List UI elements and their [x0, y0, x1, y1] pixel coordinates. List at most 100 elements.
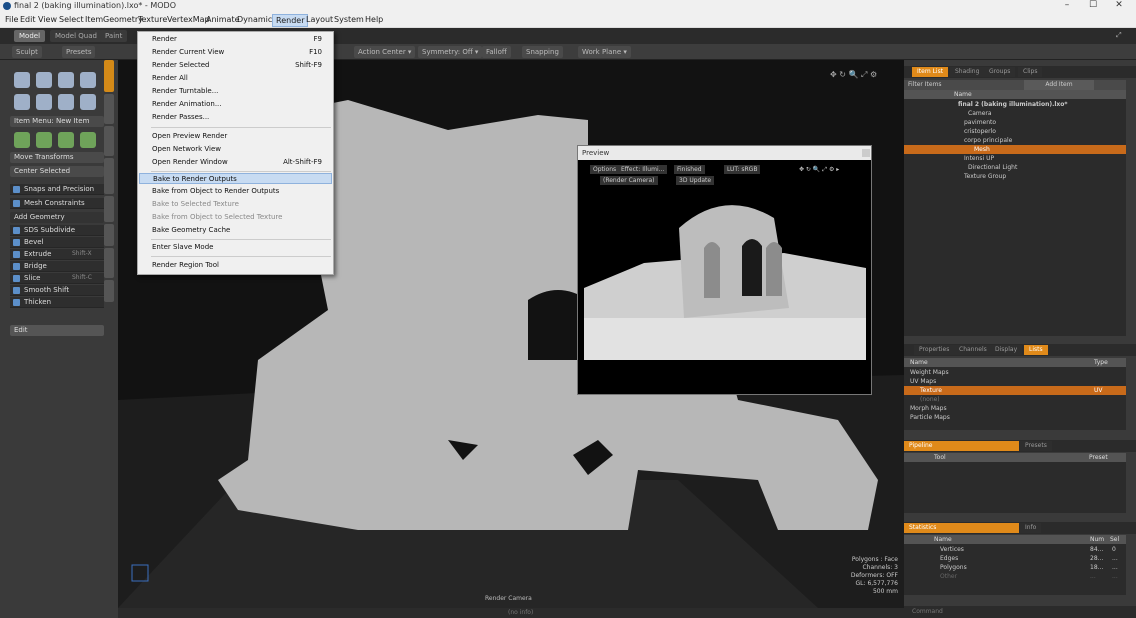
list-item-corpo-principale[interactable]: corpo principale — [904, 136, 1126, 145]
tool-bevel[interactable]: Bevel — [10, 237, 104, 248]
menu-item-render-all[interactable]: Render All — [139, 73, 332, 84]
list-item-none[interactable]: (none) — [904, 395, 1126, 404]
list-item-texture-uv[interactable]: Texture UV — [904, 386, 1126, 395]
side-tab-edge[interactable] — [104, 224, 114, 246]
minimize-button[interactable]: – — [1056, 0, 1078, 10]
list-item-intensi-up[interactable]: Intensi UP — [904, 154, 1126, 163]
close-button[interactable]: ✕ — [1108, 0, 1130, 10]
tool-sds-subdivide[interactable]: SDS Subdivide — [10, 225, 104, 236]
menu-item-bake-from-object-to-selected-texture[interactable]: Bake from Object to Selected Texture — [139, 212, 332, 223]
move-icon[interactable] — [14, 132, 30, 148]
list-item-particle-maps[interactable]: Particle Maps — [904, 413, 1126, 422]
menu-item-bake-to-render-outputs[interactable]: Bake to Render Outputs — [139, 173, 332, 184]
add-item-button[interactable]: Add Item — [1024, 80, 1094, 90]
tab-clips[interactable]: Clips — [1018, 67, 1043, 77]
falloff-button[interactable]: Falloff — [482, 46, 511, 58]
preview-close-button[interactable] — [862, 149, 870, 157]
tab-display[interactable]: Display — [990, 345, 1023, 355]
list-item-camera[interactable]: Camera — [904, 109, 1126, 118]
item-menu-button[interactable]: Item Menu: New Item — [10, 116, 104, 127]
list-item-weight-maps[interactable]: Weight Maps — [904, 368, 1126, 377]
preview-options-button[interactable]: Options — [590, 165, 620, 174]
tab-lists[interactable]: Lists — [1024, 345, 1048, 355]
snaps-precision-button[interactable]: Snaps and Precision — [10, 184, 104, 195]
preview-effect-dropdown[interactable]: Effect: Illumi... — [618, 165, 668, 174]
torus-icon[interactable] — [14, 94, 30, 110]
menu-item-render-passes[interactable]: Render Passes... — [139, 112, 332, 123]
tube-icon[interactable] — [80, 94, 96, 110]
menu-item-bake-from-object-to-render-outputs[interactable]: Bake from Object to Render Outputs — [139, 186, 332, 197]
menu-item-bake-geometry-cache[interactable]: Bake Geometry Cache — [139, 225, 332, 236]
list-item-mesh[interactable]: Mesh — [904, 145, 1126, 154]
menu-item-open-network-view[interactable]: Open Network View — [139, 144, 332, 155]
rotate-icon[interactable] — [36, 132, 52, 148]
list-item-scene[interactable]: final 2 (baking illumination).lxo* — [904, 100, 1126, 109]
menu-item-render-selected[interactable]: Render Selected Shift-F9 — [139, 60, 332, 71]
stats-row-polygons[interactable]: Polygons 18...... — [904, 563, 1126, 572]
tab-model-quad[interactable]: Model Quad — [50, 30, 102, 42]
action-center-button[interactable]: Action Center ▾ — [354, 46, 416, 58]
maximize-button[interactable]: ☐ — [1082, 0, 1104, 10]
mesh-constraints-button[interactable]: Mesh Constraints — [10, 198, 104, 209]
tab-channels[interactable]: Channels — [954, 345, 992, 355]
tab-presets[interactable]: Presets — [1020, 441, 1052, 451]
menu-item-render-region-tool[interactable]: Render Region Tool — [139, 260, 332, 271]
command-input[interactable]: Command — [912, 608, 943, 615]
side-tab-mesh-edit[interactable] — [104, 158, 114, 194]
tab-shading[interactable]: Shading — [950, 67, 985, 77]
edit-dropdown[interactable]: Edit — [10, 325, 104, 336]
tab-paint[interactable]: Paint — [100, 30, 128, 42]
tab-item-list[interactable]: Item List — [912, 67, 949, 77]
tool-bridge[interactable]: Bridge — [10, 261, 104, 272]
tab-model[interactable]: Model — [14, 30, 46, 42]
list-item-texture-group[interactable]: Texture Group — [904, 172, 1126, 181]
tool-smooth-shift[interactable]: Smooth Shift — [10, 285, 104, 296]
scale-icon[interactable] — [58, 132, 74, 148]
side-tab-duplicate[interactable] — [104, 126, 114, 156]
sculpt-button[interactable]: Sculpt — [12, 46, 42, 58]
stats-row-vertices[interactable]: Vertices 84... 0 — [904, 545, 1126, 554]
side-tab-uv[interactable] — [104, 280, 114, 302]
move-transforms-button[interactable]: Move Transforms — [10, 152, 104, 163]
center-selected-button[interactable]: Center Selected — [10, 166, 104, 177]
menu-item-open-preview-render[interactable]: Open Preview Render — [139, 131, 332, 142]
menu-item-open-render-window[interactable]: Open Render Window Alt-Shift-F9 — [139, 157, 332, 168]
stats-row-edges[interactable]: Edges 28...... — [904, 554, 1126, 563]
symmetry-button[interactable]: Symmetry: Off ▾ — [418, 46, 483, 58]
work-plane-button[interactable]: Work Plane ▾ — [578, 46, 631, 58]
list-item-directional-light[interactable]: Directional Light — [904, 163, 1126, 172]
menu-item-bake-to-selected-texture[interactable]: Bake to Selected Texture — [139, 199, 332, 210]
transform-icon[interactable] — [80, 132, 96, 148]
menu-item-render-turntable[interactable]: Render Turntable... — [139, 86, 332, 97]
tab-pipeline[interactable]: Pipeline — [904, 441, 1019, 451]
side-tab-basic[interactable] — [104, 60, 114, 92]
list-item-uv-maps[interactable]: UV Maps — [904, 377, 1126, 386]
snapping-button[interactable]: Snapping — [522, 46, 563, 58]
pen-icon[interactable] — [36, 94, 52, 110]
menu-help[interactable]: Help — [362, 14, 386, 25]
preview-3d-update-button[interactable]: 3D Update — [676, 176, 715, 185]
presets-button[interactable]: Presets — [62, 46, 96, 58]
tab-statistics[interactable]: Statistics — [904, 523, 1019, 533]
preview-lut-dropdown[interactable]: LUT: sRGB — [724, 165, 761, 174]
menu-item-enter-slave-mode[interactable]: Enter Slave Mode — [139, 242, 332, 253]
menu-item-render[interactable]: Render F9 — [139, 34, 332, 45]
side-tab-vertex[interactable] — [104, 196, 114, 222]
side-tab-deform[interactable] — [104, 94, 114, 124]
cylinder-icon[interactable] — [58, 72, 74, 88]
side-tab-polygon[interactable] — [104, 248, 114, 278]
expand-icon[interactable]: ⤢ — [1116, 31, 1122, 40]
preview-window[interactable]: Preview Options Effect: Illumi... Finish… — [577, 145, 872, 395]
stats-row-other[interactable]: Other...... — [904, 572, 1126, 581]
list-item-pavimento[interactable]: pavimento — [904, 118, 1126, 127]
sphere-icon[interactable] — [36, 72, 52, 88]
tab-info[interactable]: Info — [1020, 523, 1042, 533]
tab-groups[interactable]: Groups — [984, 67, 1016, 77]
text-icon[interactable] — [58, 94, 74, 110]
cube-icon[interactable] — [14, 72, 30, 88]
list-item-cristoperlo[interactable]: cristoperlo — [904, 127, 1126, 136]
cone-icon[interactable] — [80, 72, 96, 88]
filter-items-input[interactable]: Filter Items — [908, 81, 942, 88]
menu-item-render-animation[interactable]: Render Animation... — [139, 99, 332, 110]
add-geometry-header[interactable]: Add Geometry — [10, 212, 104, 223]
